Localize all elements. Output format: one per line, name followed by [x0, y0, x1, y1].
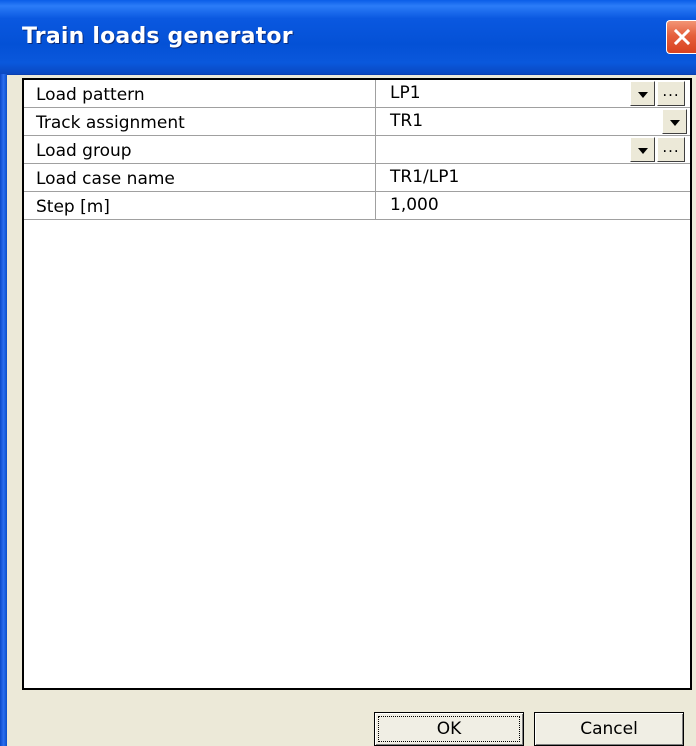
title-bar[interactable]: Train loads generator: [0, 0, 696, 75]
grid-row-track-assignment: Track assignment TR1: [24, 108, 690, 136]
grid-row-load-pattern: Load pattern LP1 ...: [24, 80, 690, 108]
row-label: Load pattern: [24, 80, 376, 107]
load-group-browse-button[interactable]: ...: [657, 137, 685, 162]
row-label: Load case name: [24, 164, 376, 191]
row-label: Track assignment: [24, 108, 376, 135]
track-assignment-value[interactable]: TR1: [376, 108, 690, 135]
grid-row-load-group: Load group ...: [24, 136, 690, 164]
window-frame-edge: [0, 74, 7, 746]
load-pattern-browse-button[interactable]: ...: [657, 81, 685, 106]
chevron-down-icon: [669, 112, 681, 132]
row-label: Step [m]: [24, 192, 376, 219]
close-button[interactable]: [666, 20, 696, 54]
ok-button[interactable]: OK: [374, 712, 524, 746]
cancel-button[interactable]: Cancel: [534, 712, 684, 746]
focus-rectangle: [378, 716, 520, 742]
grid-row-load-case-name: Load case name TR1/LP1: [24, 164, 690, 192]
dialog-window: Train loads generator Load pattern LP1 .…: [0, 0, 696, 746]
chevron-down-icon: [637, 84, 649, 104]
track-assignment-dropdown-button[interactable]: [662, 109, 687, 134]
load-case-name-value[interactable]: TR1/LP1: [376, 164, 690, 191]
grid-row-step: Step [m] 1,000: [24, 192, 690, 220]
close-icon: [672, 27, 692, 47]
cancel-button-label: Cancel: [580, 719, 638, 739]
load-group-dropdown-button[interactable]: [630, 137, 655, 162]
property-grid: Load pattern LP1 ... Track assignment TR…: [22, 78, 692, 690]
chevron-down-icon: [637, 140, 649, 160]
step-value[interactable]: 1,000: [376, 192, 690, 219]
row-label: Load group: [24, 136, 376, 163]
load-pattern-dropdown-button[interactable]: [630, 81, 655, 106]
dialog-title: Train loads generator: [22, 24, 293, 49]
